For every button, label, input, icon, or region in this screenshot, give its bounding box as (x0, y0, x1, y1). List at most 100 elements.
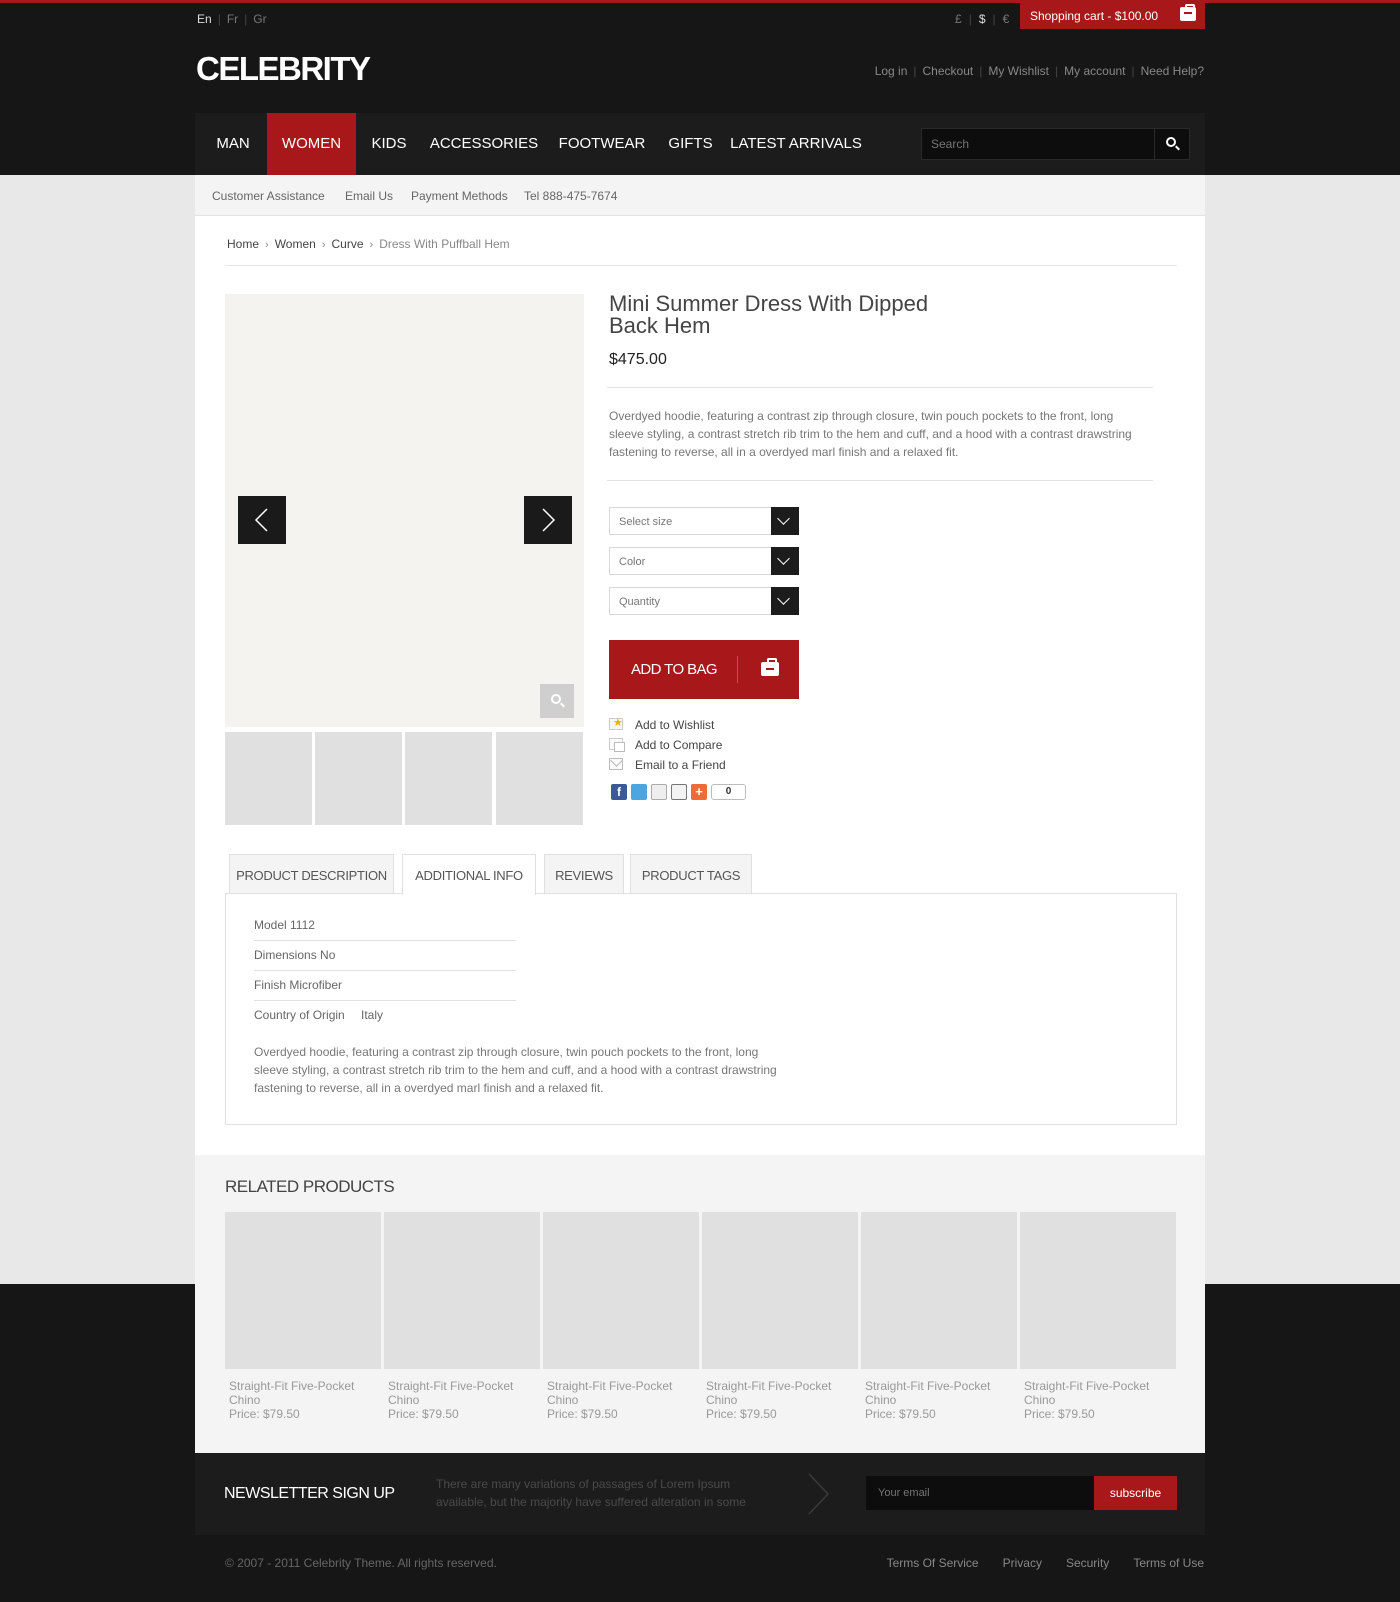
quantity-select[interactable]: Quantity (609, 587, 799, 615)
nav-item-women[interactable]: WOMEN (267, 113, 356, 175)
next-image-button[interactable] (524, 496, 572, 544)
copyright: © 2007 - 2011 Celebrity Theme. All right… (225, 1556, 497, 1570)
email-us-link[interactable]: Email Us (345, 189, 393, 203)
nav-item-kids[interactable]: KIDS (356, 113, 422, 175)
related-product-card[interactable]: Straight-Fit Five-Pocket Chino Price: $7… (1020, 1212, 1176, 1421)
shopping-cart-button[interactable]: Shopping cart - $100.00 (1020, 3, 1205, 29)
breadcrumb-curve[interactable]: Curve (332, 237, 364, 251)
tab-reviews[interactable]: REVIEWS (544, 854, 624, 894)
tab-product-tags[interactable]: PRODUCT TAGS (630, 854, 752, 894)
email-share-icon[interactable] (651, 784, 667, 800)
divider (607, 480, 1153, 481)
currency-gbp[interactable]: £ (955, 12, 962, 26)
content-area: Customer Assistance Email Us Payment Met… (195, 175, 1205, 1453)
related-products: RELATED PRODUCTS Straight-Fit Five-Pocke… (195, 1155, 1205, 1453)
lang-gr[interactable]: Gr (253, 12, 266, 26)
privacy-link[interactable]: Privacy (1003, 1556, 1042, 1570)
twitter-icon[interactable] (631, 784, 647, 800)
info-label: Finish Microfiber (254, 978, 343, 992)
thumbnail[interactable] (315, 732, 402, 825)
wishlist-link[interactable]: My Wishlist (988, 64, 1049, 78)
lang-en[interactable]: En (197, 12, 212, 26)
related-product-card[interactable]: Straight-Fit Five-Pocket Chino Price: $7… (384, 1212, 540, 1421)
related-product-name[interactable]: Straight-Fit Five-Pocket Chino (388, 1379, 538, 1407)
related-product-name[interactable]: Straight-Fit Five-Pocket Chino (706, 1379, 856, 1407)
info-label: Model 1112 (254, 918, 315, 932)
currency-usd[interactable]: $ (979, 12, 986, 26)
color-select[interactable]: Color (609, 547, 799, 575)
info-row-dimensions: Dimensions No (254, 941, 516, 971)
payment-methods-link[interactable]: Payment Methods (411, 189, 508, 203)
related-product-image[interactable] (861, 1212, 1017, 1369)
lang-fr[interactable]: Fr (227, 12, 238, 26)
facebook-icon[interactable]: f (611, 784, 627, 800)
prev-image-button[interactable] (238, 496, 286, 544)
size-select[interactable]: Select size (609, 507, 799, 535)
nav-item-gifts[interactable]: GIFTS (658, 113, 723, 175)
terms-of-use-link[interactable]: Terms of Use (1133, 1556, 1204, 1570)
thumbnail[interactable] (225, 732, 312, 825)
need-help-link[interactable]: Need Help? (1141, 64, 1204, 78)
zoom-button[interactable] (540, 684, 574, 718)
related-product-image[interactable] (225, 1212, 381, 1369)
related-product-image[interactable] (702, 1212, 858, 1369)
subscribe-button[interactable]: subscribe (1094, 1476, 1177, 1510)
nav-item-latest-arrivals[interactable]: LATEST ARRIVALS (723, 113, 869, 175)
print-icon[interactable] (671, 784, 687, 800)
footer-links: Terms Of Service Privacy Security Terms of … (863, 1556, 1204, 1570)
chevron-left-icon (254, 508, 268, 532)
customer-assistance-link[interactable]: Customer Assistance (212, 189, 325, 203)
related-product-name[interactable]: Straight-Fit Five-Pocket Chino (1024, 1379, 1174, 1407)
info-row-model: Model 1112 (254, 911, 516, 941)
related-product-card[interactable]: Straight-Fit Five-Pocket Chino Price: $7… (225, 1212, 381, 1421)
security-link[interactable]: Security (1066, 1556, 1109, 1570)
search-button[interactable] (1154, 129, 1189, 159)
newsletter-email-input[interactable] (866, 1476, 1094, 1510)
currency-switcher: £ | $ | € (955, 12, 1010, 26)
share-count: 0 (711, 784, 746, 800)
my-account-link[interactable]: My account (1064, 64, 1125, 78)
thumbnail[interactable] (405, 732, 492, 825)
nav-item-accessories[interactable]: ACCESSORIES (422, 113, 546, 175)
color-select-value: Color (619, 556, 646, 568)
newsletter-title: NEWSLETTER SIGN UP (224, 1485, 395, 1502)
addthis-plus-icon[interactable]: + (691, 784, 707, 800)
tab-product-description[interactable]: PRODUCT DESCRIPTION (229, 854, 394, 894)
related-product-price: Price: $79.50 (388, 1407, 459, 1421)
related-product-name[interactable]: Straight-Fit Five-Pocket Chino (865, 1379, 1015, 1407)
related-product-image[interactable] (543, 1212, 699, 1369)
breadcrumb-home[interactable]: Home (227, 237, 259, 251)
related-product-price: Price: $79.50 (1024, 1407, 1095, 1421)
related-product-image[interactable] (1020, 1212, 1176, 1369)
phone-number: Tel 888-475-7674 (524, 189, 618, 203)
info-value: Italy (361, 1008, 384, 1022)
divider (225, 265, 1177, 266)
search-input[interactable] (922, 129, 1147, 159)
product-description: Overdyed hoodie, featuring a contrast zi… (609, 409, 1132, 459)
related-product-card[interactable]: Straight-Fit Five-Pocket Chino Price: $7… (861, 1212, 1017, 1421)
thumbnail[interactable] (496, 732, 583, 825)
related-product-name[interactable]: Straight-Fit Five-Pocket Chino (547, 1379, 697, 1407)
chevron-right-icon (808, 1473, 830, 1515)
info-row-finish: Finish Microfiber (254, 971, 516, 1001)
shopping-bag-icon (1180, 4, 1196, 21)
checkout-link[interactable]: Checkout (923, 64, 974, 78)
site-logo[interactable]: CELEBRITY (196, 50, 371, 88)
tab-additional-info[interactable]: ADDITIONAL INFO (402, 854, 536, 895)
nav-item-man[interactable]: MAN (195, 113, 271, 175)
add-to-bag-button[interactable]: ADD TO BAG (609, 640, 799, 699)
search-box (921, 128, 1190, 160)
terms-of-service-link[interactable]: Terms Of Service (887, 1556, 979, 1570)
related-product-price: Price: $79.50 (547, 1407, 618, 1421)
envelope-icon (609, 758, 623, 770)
nav-item-footwear[interactable]: FOOTWEAR (546, 113, 658, 175)
breadcrumb-current: Dress With Puffball Hem (379, 237, 510, 251)
compare-icon (609, 738, 625, 752)
login-link[interactable]: Log in (875, 64, 908, 78)
related-product-image[interactable] (384, 1212, 540, 1369)
related-product-card[interactable]: Straight-Fit Five-Pocket Chino Price: $7… (543, 1212, 699, 1421)
breadcrumb-women[interactable]: Women (275, 237, 316, 251)
related-product-card[interactable]: Straight-Fit Five-Pocket Chino Price: $7… (702, 1212, 858, 1421)
related-product-name[interactable]: Straight-Fit Five-Pocket Chino (229, 1379, 379, 1407)
currency-eur[interactable]: € (1003, 12, 1010, 26)
